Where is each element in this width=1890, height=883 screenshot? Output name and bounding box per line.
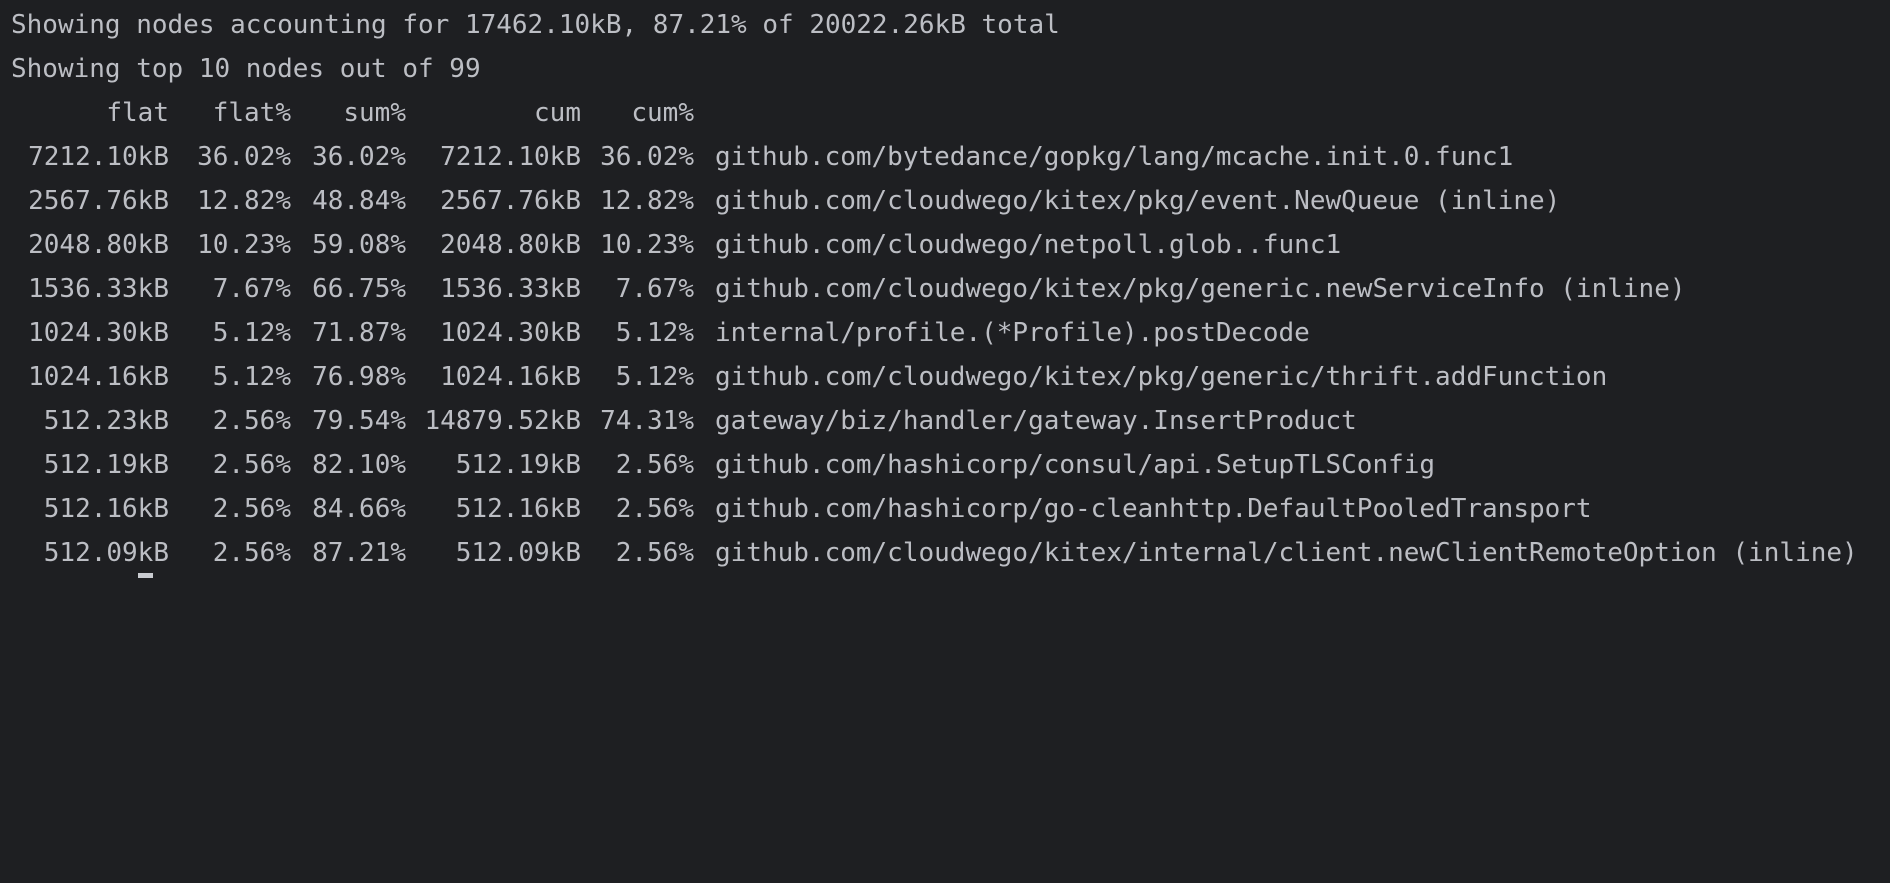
cell-flat: 7212.10kB — [28, 142, 169, 172]
cell-flat: 512.16kB — [43, 494, 169, 524]
cell-flat: 1536.33kB — [28, 274, 169, 304]
cell-function-name: github.com/cloudwego/kitex/pkg/generic.n… — [715, 274, 1686, 304]
cell-cum-pct: 7.67% — [615, 274, 694, 304]
table-row: 1536.33kB 7.67% 66.75% 1536.33kB 7.67% g… — [11, 267, 1881, 311]
cell-flat: 512.19kB — [43, 450, 169, 480]
table-row: 2048.80kB 10.23% 59.08% 2048.80kB 10.23%… — [11, 223, 1881, 267]
cell-function-name: gateway/biz/handler/gateway.InsertProduc… — [715, 406, 1357, 436]
cell-cum: 512.16kB — [455, 494, 581, 524]
table-row: 7212.10kB 36.02% 36.02% 7212.10kB 36.02%… — [11, 135, 1881, 179]
cell-flat: 1024.30kB — [28, 318, 169, 348]
cell-flat: 2048.80kB — [28, 230, 169, 260]
cell-flat: 2567.76kB — [28, 186, 169, 216]
header-flat-pct: flat% — [212, 98, 291, 128]
cell-function-name: internal/profile.(*Profile).postDecode — [715, 318, 1310, 348]
cell-flat-pct: 36.02% — [197, 142, 291, 172]
table-row: 1024.16kB 5.12% 76.98% 1024.16kB 5.12% g… — [11, 355, 1881, 399]
cell-cum: 1024.30kB — [440, 318, 581, 348]
cell-cum-pct: 5.12% — [615, 362, 694, 392]
cell-cum: 512.19kB — [455, 450, 581, 480]
table-header: flat flat% sum% cum cum% — [11, 91, 1881, 135]
header-cum-pct: cum% — [631, 98, 694, 128]
table-row: 1024.30kB 5.12% 71.87% 1024.30kB 5.12% i… — [11, 311, 1881, 355]
cell-sum-pct: 82.10% — [312, 450, 406, 480]
cell-flat-pct: 10.23% — [197, 230, 291, 260]
header-sum-pct: sum% — [343, 98, 406, 128]
cell-cum-pct: 74.31% — [600, 406, 694, 436]
cell-sum-pct: 79.54% — [312, 406, 406, 436]
summary-top-nodes-line: Showing top 10 nodes out of 99 — [11, 54, 481, 84]
cell-sum-pct: 36.02% — [312, 142, 406, 172]
table-row: 512.09kB 2.56% 87.21% 512.09kB 2.56% git… — [11, 531, 1881, 575]
cell-function-name: github.com/hashicorp/go-cleanhttp.Defaul… — [715, 494, 1592, 524]
cell-function-name: github.com/cloudwego/kitex/internal/clie… — [715, 538, 1858, 568]
cell-sum-pct: 59.08% — [312, 230, 406, 260]
cell-function-name: github.com/cloudwego/kitex/pkg/generic/t… — [715, 362, 1608, 392]
cell-sum-pct: 66.75% — [312, 274, 406, 304]
table-row: 512.19kB 2.56% 82.10% 512.19kB 2.56% git… — [11, 443, 1881, 487]
cell-flat: 1024.16kB — [28, 362, 169, 392]
cell-flat-pct: 2.56% — [212, 538, 291, 568]
cell-flat-pct: 7.67% — [212, 274, 291, 304]
table-row: 512.23kB 2.56% 79.54% 14879.52kB 74.31% … — [11, 399, 1881, 443]
header-flat: flat — [106, 98, 169, 128]
cell-sum-pct: 87.21% — [312, 538, 406, 568]
cell-cum-pct: 2.56% — [615, 450, 694, 480]
cell-flat-pct: 5.12% — [212, 318, 291, 348]
header-cum: cum — [534, 98, 581, 128]
cell-function-name: github.com/cloudwego/kitex/pkg/event.New… — [715, 186, 1561, 216]
cell-cum-pct: 36.02% — [600, 142, 694, 172]
cell-cum: 2048.80kB — [440, 230, 581, 260]
cell-flat-pct: 2.56% — [212, 494, 291, 524]
cell-sum-pct: 84.66% — [312, 494, 406, 524]
terminal-output[interactable]: Showing nodes accounting for 17462.10kB,… — [0, 0, 1890, 578]
cell-flat-pct: 12.82% — [197, 186, 291, 216]
cell-cum: 1536.33kB — [440, 274, 581, 304]
cell-cum-pct: 12.82% — [600, 186, 694, 216]
cell-cum-pct: 5.12% — [615, 318, 694, 348]
cell-cum: 512.09kB — [455, 538, 581, 568]
cell-sum-pct: 48.84% — [312, 186, 406, 216]
text-cursor — [138, 573, 153, 578]
cell-function-name: github.com/bytedance/gopkg/lang/mcache.i… — [715, 142, 1514, 172]
cell-cum: 2567.76kB — [440, 186, 581, 216]
cell-flat-pct: 2.56% — [212, 406, 291, 436]
cell-cum: 14879.52kB — [424, 406, 581, 436]
cell-flat: 512.09kB — [43, 538, 169, 568]
table-row: 2567.76kB 12.82% 48.84% 2567.76kB 12.82%… — [11, 179, 1881, 223]
cell-sum-pct: 71.87% — [312, 318, 406, 348]
summary-accounting-line: Showing nodes accounting for 17462.10kB,… — [11, 10, 1060, 40]
cell-flat: 512.23kB — [43, 406, 169, 436]
cell-cum: 1024.16kB — [440, 362, 581, 392]
cell-cum-pct: 2.56% — [615, 538, 694, 568]
cell-flat-pct: 5.12% — [212, 362, 291, 392]
cell-function-name: github.com/cloudwego/netpoll.glob..func1 — [715, 230, 1342, 260]
cell-sum-pct: 76.98% — [312, 362, 406, 392]
table-row: 512.16kB 2.56% 84.66% 512.16kB 2.56% git… — [11, 487, 1881, 531]
cell-function-name: github.com/hashicorp/consul/api.SetupTLS… — [715, 450, 1436, 480]
cell-flat-pct: 2.56% — [212, 450, 291, 480]
cell-cum: 7212.10kB — [440, 142, 581, 172]
cell-cum-pct: 10.23% — [600, 230, 694, 260]
cell-cum-pct: 2.56% — [615, 494, 694, 524]
